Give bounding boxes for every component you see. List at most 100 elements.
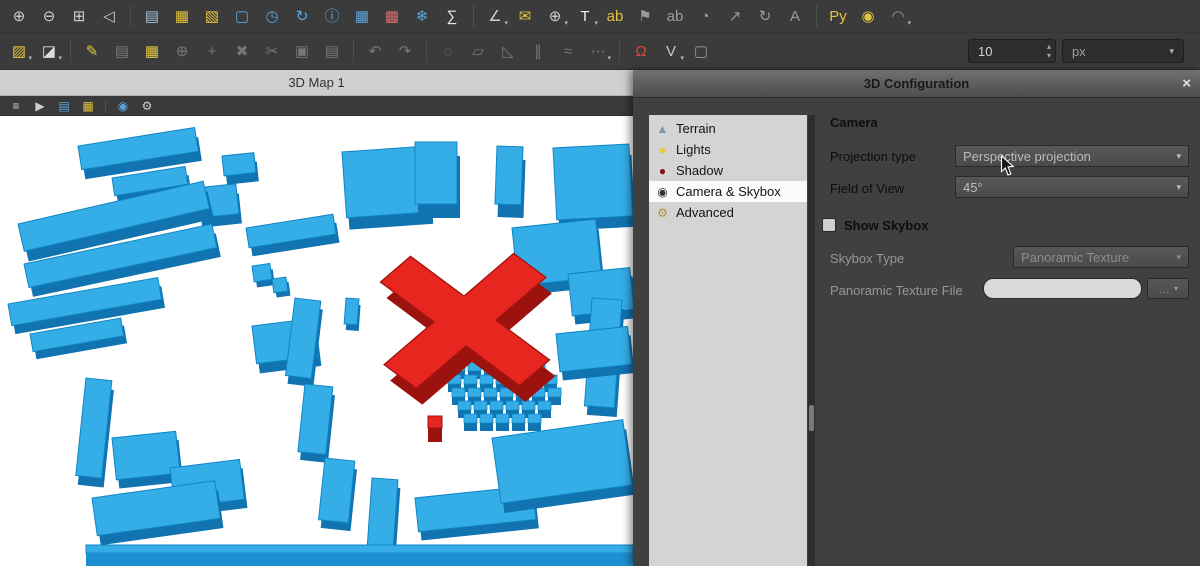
paste-style-icon[interactable]: ▨ ▾	[5, 38, 33, 64]
map-3d-viewport[interactable]	[0, 116, 633, 566]
change-label-icon[interactable]: A	[781, 3, 809, 29]
nav-item-shadow[interactable]: ● Shadow	[649, 160, 807, 181]
rotate-label-icon[interactable]: ↻	[751, 3, 779, 29]
wrench-icon: ⚙	[655, 207, 670, 219]
small-red-building	[428, 416, 442, 442]
smooth-feature-icon[interactable]: ≈	[554, 38, 582, 64]
zoom-last-icon[interactable]: ◁	[95, 3, 123, 29]
toolbar-separator	[816, 5, 817, 27]
add-feature-icon[interactable]: ⊕	[168, 38, 196, 64]
pin-labels-icon[interactable]: ⚑	[631, 3, 659, 29]
nav-item-camera-skybox[interactable]: ◉ Camera & Skybox	[649, 181, 807, 202]
skybox-type-label: Skybox Type	[830, 251, 904, 266]
shadow-sphere-icon: ●	[655, 165, 670, 177]
cut-features-icon[interactable]: ✂	[258, 38, 286, 64]
panoramic-texture-file-input[interactable]	[983, 278, 1142, 299]
save-project-icon[interactable]: ▤	[138, 3, 166, 29]
show-skybox-checkbox[interactable]	[822, 218, 836, 232]
show-skybox-label[interactable]: Show Skybox	[844, 218, 929, 233]
measure-icon[interactable]: ∠ ▾	[481, 3, 509, 29]
undo-icon[interactable]: ↶	[361, 38, 389, 64]
processing-toolbox-icon[interactable]: ❄	[408, 3, 436, 29]
section-title-camera: Camera	[830, 115, 878, 130]
chevron-down-icon: ▾	[1174, 284, 1178, 293]
copy-features-icon[interactable]: ▣	[288, 38, 316, 64]
camera-icon: ◉	[655, 186, 670, 198]
map-panel-title: 3D Map 1	[288, 75, 344, 90]
delete-selected-icon[interactable]: ✖	[228, 38, 256, 64]
projection-type-value: Perspective projection	[963, 149, 1091, 164]
zoom-out-icon[interactable]: ⊖	[35, 3, 63, 29]
toggle-editing-icon[interactable]: ✎	[78, 38, 106, 64]
offset-curve-icon[interactable]: ▱	[464, 38, 492, 64]
toolbar-separator	[426, 40, 427, 62]
save-edits-icon[interactable]: ▤	[108, 38, 136, 64]
chevron-down-icon: ▾	[28, 54, 32, 62]
camera-options-icon[interactable]: ⚙	[136, 97, 158, 115]
dock-options-icon[interactable]: ≡	[5, 97, 27, 115]
redo-icon[interactable]: ↷	[391, 38, 419, 64]
snapping-units-combo[interactable]: px ▾	[1062, 39, 1184, 63]
snapping-magnet-icon[interactable]: Ω	[627, 38, 655, 64]
animation-play-icon[interactable]: ▶	[29, 97, 51, 115]
move-feature-icon[interactable]: +	[198, 38, 226, 64]
dialog-titlebar[interactable]: 3D Configuration ×	[633, 70, 1200, 98]
trace-icon[interactable]: ⋯ ▾	[584, 38, 612, 64]
scrollbar-handle[interactable]	[809, 405, 814, 431]
plugin-manager-icon[interactable]: ◉	[854, 3, 882, 29]
temporal-controller-icon[interactable]: ◷	[258, 3, 286, 29]
map-themes-icon[interactable]: ▦	[168, 3, 196, 29]
set-view-theme-icon[interactable]: ◉	[112, 97, 134, 115]
spinbox-arrows[interactable]: ▴ ▾	[1047, 42, 1051, 60]
skybox-type-value: Panoramic Texture	[1021, 250, 1129, 265]
stream-digitize-icon[interactable]: ▢	[687, 38, 715, 64]
map-panel-titlebar[interactable]: 3D Map 1	[0, 70, 633, 96]
projection-type-combo[interactable]: Perspective projection ▾	[955, 145, 1189, 167]
spin-down-icon[interactable]: ▾	[1047, 51, 1051, 60]
snapping-tolerance-spinbox[interactable]: 10 ▴ ▾	[968, 39, 1056, 63]
vertex-tool-icon[interactable]: V ▾	[657, 38, 685, 64]
field-calculator-icon[interactable]: ▩	[378, 3, 406, 29]
dialog-title: 3D Configuration	[864, 76, 969, 91]
close-icon[interactable]: ×	[1182, 75, 1191, 92]
toolbar-separator	[619, 40, 620, 62]
show-hidden-labels-icon[interactable]: ◔	[691, 3, 719, 29]
chevron-down-icon: ▾	[1176, 151, 1181, 162]
save-scene-image-icon[interactable]: ▤	[53, 97, 75, 115]
snapping-tolerance-value: 10	[978, 44, 992, 59]
refresh-map-icon[interactable]: ↻	[288, 3, 316, 29]
field-of-view-combo[interactable]: 45° ▾	[955, 176, 1189, 198]
parallel-digitize-icon[interactable]: ∥	[524, 38, 552, 64]
reshape-features-icon[interactable]: ◌	[434, 38, 462, 64]
add-record-icon[interactable]: ▦	[138, 38, 166, 64]
zoom-full-icon[interactable]: ⊞	[65, 3, 93, 29]
move-label-icon[interactable]: ↗	[721, 3, 749, 29]
symbology-icon[interactable]: ◪ ▾	[35, 38, 63, 64]
paste-features-icon[interactable]: ▤	[318, 38, 346, 64]
category-list-scrollbar[interactable]	[808, 115, 815, 566]
export-3d-scene-icon[interactable]: ▦	[77, 97, 99, 115]
browse-file-button[interactable]: … ▾	[1147, 278, 1189, 299]
nav-item-terrain[interactable]: ▲ Terrain	[649, 118, 807, 139]
zoom-in-icon[interactable]: ⊕	[5, 3, 33, 29]
spin-up-icon[interactable]: ▴	[1047, 42, 1051, 51]
map-3d-scene[interactable]	[0, 116, 633, 566]
split-features-icon[interactable]: ◺	[494, 38, 522, 64]
annotation-arc-icon[interactable]: ◠ ▾	[884, 3, 912, 29]
label-toolbar-icon[interactable]: ab	[601, 3, 629, 29]
skybox-type-combo[interactable]: Panoramic Texture ▾	[1013, 246, 1189, 268]
attribute-table-icon[interactable]: ▦	[348, 3, 376, 29]
nav-item-lights[interactable]: ● Lights	[649, 139, 807, 160]
new-layout-icon[interactable]: ▢	[228, 3, 256, 29]
identify-features-icon[interactable]: ⓘ	[318, 3, 346, 29]
zoom-selection-icon[interactable]: ⊕ ▾	[541, 3, 569, 29]
manage-layers-icon[interactable]: ▧	[198, 3, 226, 29]
text-annotation-icon[interactable]: T ▾	[571, 3, 599, 29]
highlight-pinned-labels-icon[interactable]: ab	[661, 3, 689, 29]
statistics-icon[interactable]: ∑	[438, 3, 466, 29]
chevron-down-icon: ▾	[594, 19, 598, 27]
map-tips-icon[interactable]: ✉	[511, 3, 539, 29]
python-console-icon[interactable]: Py	[824, 3, 852, 29]
chevron-down-icon: ▾	[1176, 182, 1181, 193]
nav-item-advanced[interactable]: ⚙ Advanced	[649, 202, 807, 223]
